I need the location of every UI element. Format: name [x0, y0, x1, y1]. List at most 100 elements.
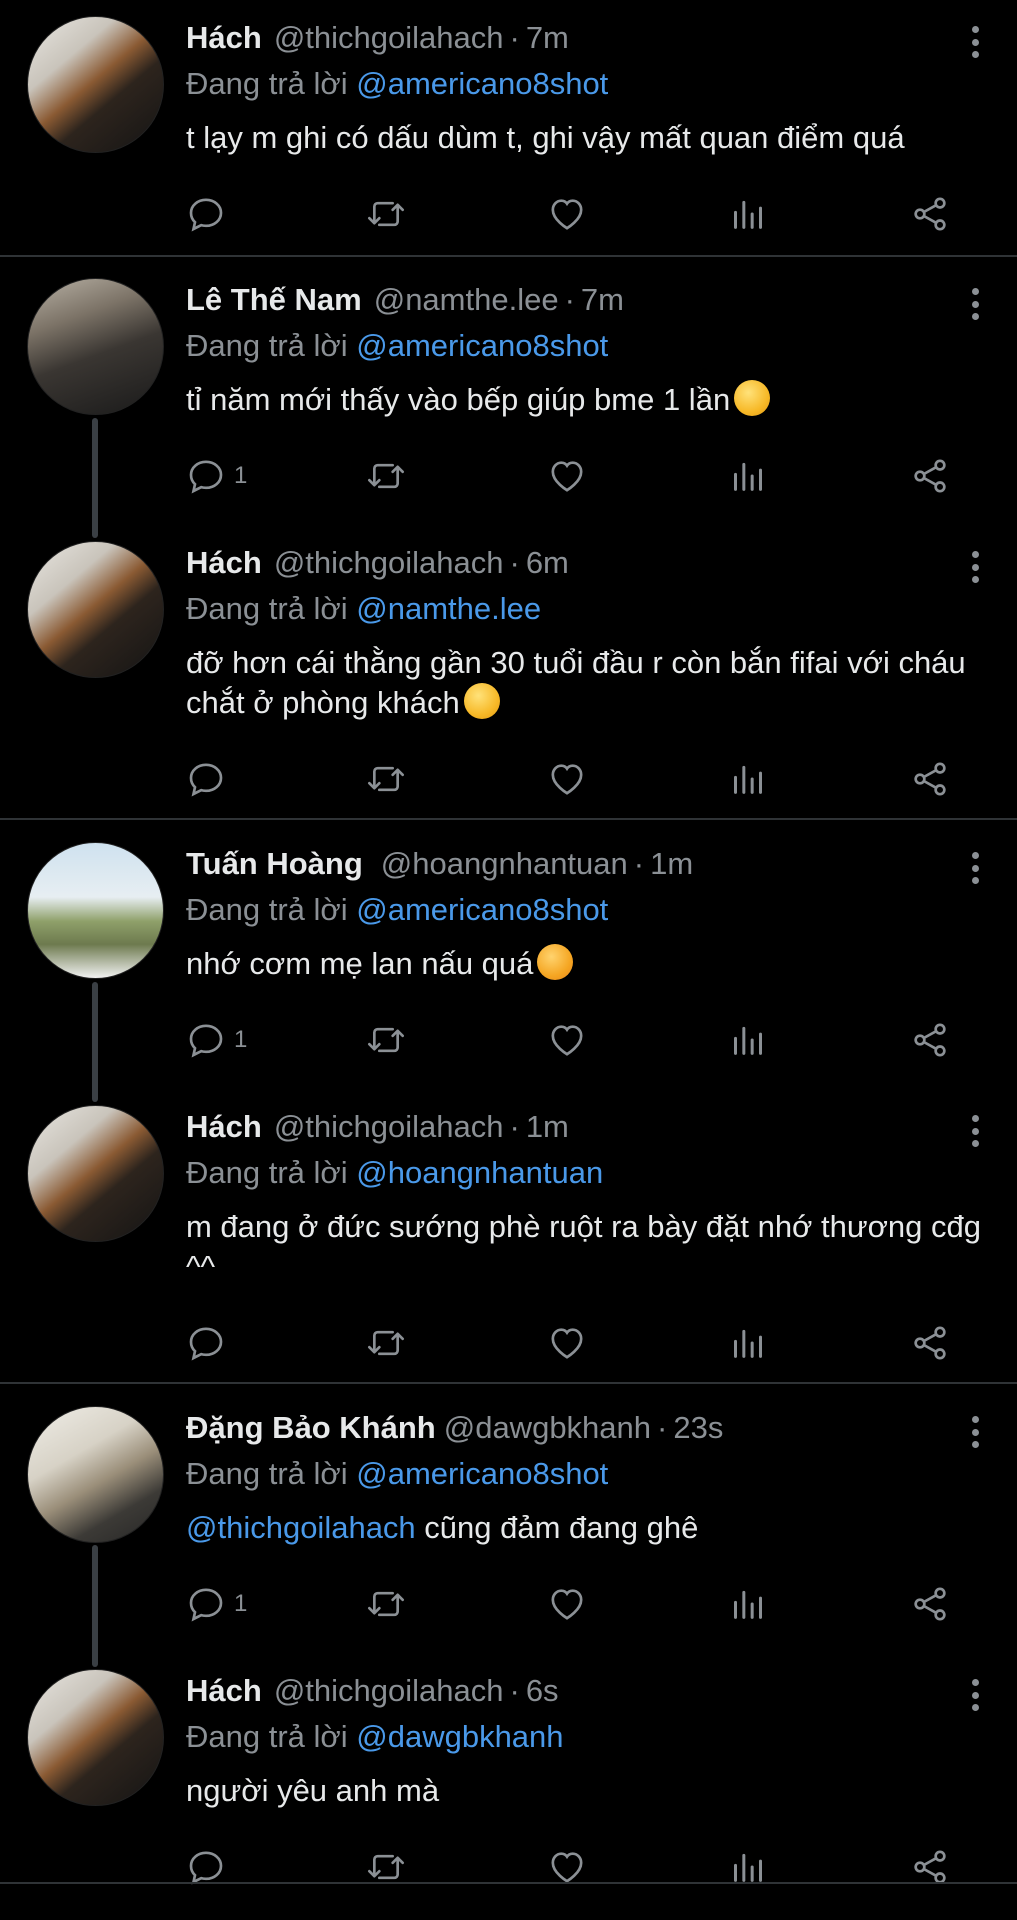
username[interactable]: @thichgoilahach [274, 20, 504, 56]
reply-icon [186, 1584, 226, 1624]
timestamp[interactable]: 7m [581, 282, 624, 318]
reply-button[interactable] [186, 192, 234, 236]
retweet-button[interactable] [366, 1321, 406, 1365]
timestamp[interactable]: 23s [673, 1410, 723, 1446]
reply-button[interactable]: 1 [186, 454, 247, 498]
analytics-icon [728, 1847, 768, 1887]
retweet-button[interactable] [366, 1018, 406, 1062]
username[interactable]: @hoangnhantuan [381, 846, 628, 882]
username[interactable]: @dawgbkhanh [444, 1410, 651, 1446]
display-name[interactable]: Hách [186, 545, 262, 581]
timestamp[interactable]: 7m [526, 20, 569, 56]
display-name[interactable]: Hách [186, 20, 262, 56]
retweet-button[interactable] [366, 454, 406, 498]
heart-icon [547, 456, 587, 496]
replying-mention[interactable]: @dawgbkhanh [356, 1719, 563, 1754]
avatar[interactable] [27, 842, 164, 979]
views-button[interactable] [728, 454, 768, 498]
share-button[interactable] [910, 1582, 950, 1626]
retweet-button[interactable] [366, 192, 406, 236]
like-button[interactable] [547, 757, 587, 801]
avatar[interactable] [27, 541, 164, 678]
replying-label: Đang trả lời [186, 1719, 348, 1754]
tweet-text-body: người yêu anh mà [186, 1773, 440, 1808]
avatar[interactable] [27, 1669, 164, 1806]
retweet-button[interactable] [366, 757, 406, 801]
display-name[interactable]: Lê Thế Nam [186, 282, 362, 318]
like-button[interactable] [547, 1321, 587, 1365]
replying-mention[interactable]: @americano8shot [356, 66, 608, 101]
like-button[interactable] [547, 192, 587, 236]
more-vertical-icon[interactable] [963, 22, 987, 62]
views-button[interactable] [728, 1582, 768, 1626]
replying-to: Đang trả lời @americano8shot [186, 328, 608, 364]
replying-mention[interactable]: @americano8shot [356, 1456, 608, 1491]
timestamp[interactable]: 6s [526, 1673, 559, 1709]
more-vertical-icon[interactable] [963, 284, 987, 324]
reply-button[interactable] [186, 1321, 234, 1365]
replying-mention[interactable]: @hoangnhantuan [356, 1155, 603, 1190]
timestamp[interactable]: 1m [650, 846, 693, 882]
reply-button[interactable]: 1 [186, 1018, 247, 1062]
display-name[interactable]: Hách [186, 1109, 262, 1145]
more-vertical-icon[interactable] [963, 1412, 987, 1452]
share-button[interactable] [910, 1018, 950, 1062]
separator-dot: · [509, 545, 520, 580]
avatar[interactable] [27, 1406, 164, 1543]
tweet-text: t lạy m ghi có dấu dùm t, ghi vậy mất qu… [186, 118, 987, 158]
heart-icon [547, 1020, 587, 1060]
username[interactable]: @namthe.lee [374, 282, 559, 318]
tweet-actions [186, 1321, 956, 1365]
analytics-icon [728, 456, 768, 496]
replying-mention[interactable]: @namthe.lee [356, 591, 541, 626]
replying-label: Đang trả lời [186, 1456, 348, 1491]
timestamp[interactable]: 6m [526, 545, 569, 581]
username[interactable]: @thichgoilahach [274, 1109, 504, 1145]
display-name[interactable]: Tuấn Hoàng [186, 846, 363, 882]
analytics-icon [728, 1584, 768, 1624]
views-button[interactable] [728, 757, 768, 801]
like-button[interactable] [547, 454, 587, 498]
share-button[interactable] [910, 757, 950, 801]
heart-icon [547, 1584, 587, 1624]
reply-count: 1 [234, 462, 248, 489]
avatar[interactable] [27, 16, 164, 153]
views-button[interactable] [728, 1321, 768, 1365]
share-button[interactable] [910, 1321, 950, 1365]
more-vertical-icon[interactable] [963, 1111, 987, 1151]
tweet-actions [186, 192, 956, 236]
replying-mention[interactable]: @americano8shot [356, 328, 608, 363]
avatar[interactable] [27, 1105, 164, 1242]
more-vertical-icon[interactable] [963, 1675, 987, 1715]
reply-button[interactable]: 1 [186, 1582, 247, 1626]
display-name[interactable]: Đặng Bảo Khánh [186, 1410, 436, 1446]
share-button[interactable] [910, 192, 950, 236]
username[interactable]: @thichgoilahach [274, 1673, 504, 1709]
timestamp[interactable]: 1m [526, 1109, 569, 1145]
display-name[interactable]: Hách [186, 1673, 262, 1709]
like-button[interactable] [547, 1018, 587, 1062]
views-button[interactable] [728, 1018, 768, 1062]
tweet-text: m đang ở đức sướng phè ruột ra bày đặt n… [186, 1207, 987, 1287]
share-button[interactable] [910, 454, 950, 498]
retweet-icon [366, 194, 406, 234]
retweet-icon [366, 1584, 406, 1624]
retweet-icon [366, 1847, 406, 1887]
retweet-button[interactable] [366, 1582, 406, 1626]
share-icon [910, 1323, 950, 1363]
replying-label: Đang trả lời [186, 66, 348, 101]
reply-count: 1 [234, 1026, 248, 1053]
replying-mention[interactable]: @americano8shot [356, 892, 608, 927]
reply-button[interactable] [186, 757, 234, 801]
username[interactable]: @thichgoilahach [274, 545, 504, 581]
reply-icon [186, 759, 226, 799]
replying-to: Đang trả lời @hoangnhantuan [186, 1155, 603, 1191]
more-vertical-icon[interactable] [963, 848, 987, 888]
tweet-text-body: tỉ năm mới thấy vào bếp giúp bme 1 lần [186, 382, 731, 417]
share-icon [910, 456, 950, 496]
text-mention[interactable]: @thichgoilahach [186, 1510, 416, 1545]
views-button[interactable] [728, 192, 768, 236]
like-button[interactable] [547, 1582, 587, 1626]
avatar[interactable] [27, 278, 164, 415]
more-vertical-icon[interactable] [963, 547, 987, 587]
